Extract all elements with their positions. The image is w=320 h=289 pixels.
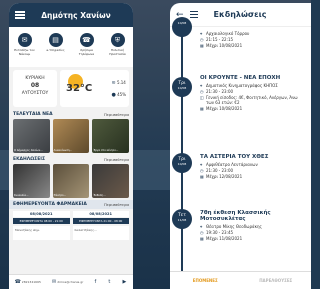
quick-actions: ✉ Εντοπίζω τον Νάκουμ ▤ e-Υπηρεσίες ☎ Χρ… — [9, 27, 133, 67]
quick-action-eservices[interactable]: ▤ e-Υπηρεσίες — [42, 33, 70, 67]
events-header: ΕΚΔΗΛΩΣΕΙΣ Περισσότερα — [9, 155, 133, 164]
news-tiles: Ο Δήμαρχος Χανίων… Ανακοίνωση… Έργα στο … — [9, 119, 133, 153]
phone-icon: ☎ — [79, 33, 94, 47]
footer-phone[interactable]: ☎2821341665 — [15, 279, 41, 285]
temperature: 32°C — [66, 83, 93, 94]
events-more-link[interactable]: Περισσότερα — [104, 157, 129, 162]
app-header: Δημότης Χανίων — [9, 3, 133, 27]
news-tile[interactable]: Έργα στο κέντρο… — [92, 119, 130, 153]
tab-upcoming[interactable]: ΕΠΟΜΕΝΕΣ — [170, 278, 241, 283]
wind-icon: ≋ — [111, 79, 116, 86]
drop-icon: ● — [111, 91, 116, 98]
screen-title: Εκδηλώσεις — [213, 10, 267, 19]
date-widget: ΚΥΡΙΑΚΗ 08 ΑΥΓΟΥΣΤΟΥ — [13, 70, 57, 107]
event-date-bubble: Τετ 11/08 — [172, 209, 192, 229]
timeline-line — [181, 27, 183, 272]
news-header: ΤΕΛΕΥΤΑΙΑ ΝΕΑ Περισσότερα — [9, 110, 133, 119]
news-tile[interactable]: Ανακοίνωση… — [52, 119, 90, 153]
menu-icon[interactable] — [189, 11, 198, 19]
event-date-bubble: Τρι 10/08 — [172, 77, 192, 97]
wind-value: 5.14 — [116, 79, 126, 85]
day-number: 08 — [30, 82, 40, 90]
month: ΑΥΓΟΥΣΤΟΥ — [21, 90, 49, 96]
pharmacies-header: ΕΦΗΜΕΡΕΥΟΝΤΑ ΦΑΡΜΑΚΕΙΑ Περισσότερα — [9, 200, 133, 209]
news-more-link[interactable]: Περισσότερα — [104, 112, 129, 117]
events-screen: ← Εκδηλώσεις 10/08 ⌖ Αρχαιολογικό Τόρρου … — [170, 3, 311, 289]
event-title: ΟΙ ΚΡΟΥΝΤΕ - ΝΕΑ ΕΠΟΧΗ — [200, 75, 281, 81]
twitter-icon[interactable]: t — [108, 279, 110, 285]
pharmacies-title: ΕΦΗΜΕΡΕΥΟΝΤΑ ΦΑΡΜΑΚΕΙΑ — [13, 202, 87, 207]
home-footer: ☎2821341665 ✉dimos@chania.gr f t ▶ — [9, 274, 133, 289]
chat-icon: ✉ — [17, 33, 32, 47]
youtube-icon[interactable]: ▶ — [123, 279, 127, 285]
shield-icon: ⛨ — [110, 33, 125, 47]
event-date-bubble: Τρι 10/08 — [172, 153, 192, 173]
news-title: ΤΕΛΕΥΤΑΙΑ ΝΕΑ — [13, 112, 53, 117]
weather-widget: 32°C ≋ 5.14 ● 45% — [60, 70, 129, 107]
events-title: ΕΚΔΗΛΩΣΕΙΣ — [13, 157, 46, 162]
event-date-bubble: 10/08 — [172, 17, 192, 37]
quick-action-civil-protection[interactable]: ⛨ Πολιτική Προστασία — [104, 33, 132, 67]
pharmacies-more-link[interactable]: Περισσότερα — [104, 202, 129, 207]
events-tabs: ΕΠΟΜΕΝΕΣ ΠΑΡΕΛΘΟΥΣΕΣ — [170, 271, 311, 289]
event-tile[interactable]: Θέατρο… — [52, 164, 90, 198]
documents-icon: ▤ — [48, 33, 63, 47]
pharmacy-card[interactable]: 08/08/2021 ΕΦΗΜΕΡΕΥΟΝΤΑ 08:00 - 21:00 Μα… — [13, 211, 70, 240]
news-tile[interactable]: Ο Δήμαρχος Χανίων… — [13, 119, 50, 153]
menu-icon[interactable] — [15, 11, 25, 19]
humidity-value: 45% — [117, 91, 126, 97]
event-tile[interactable]: Συναυλία… — [13, 164, 50, 198]
event-title: 7θη έκθεση Κλασσικής Μοτοσυκλέτας — [200, 210, 271, 222]
footer-email[interactable]: ✉dimos@chania.gr — [52, 279, 83, 285]
date-weather-panel: ΚΥΡΙΑΚΗ 08 ΑΥΓΟΥΣΤΟΥ 32°C ≋ 5.14 ● 45% — [13, 70, 129, 107]
event-title: ΤΑ ΑΣΤΕΡΙΑ ΤΟΥ ΧΘΕΣ — [200, 154, 269, 160]
pharmacy-card[interactable]: 08/08/2021 ΕΦΗΜΕΡΕΥΟΝΤΑ 21:00 - 08:00 Κα… — [72, 211, 129, 240]
app-title: Δημότης Χανίων — [41, 10, 111, 20]
events-tiles: Συναυλία… Θέατρο… Έκθεση… — [9, 164, 133, 198]
phone-icon: ☎ — [14, 279, 21, 285]
facebook-icon[interactable]: f — [95, 279, 97, 285]
mail-icon: ✉ — [52, 279, 57, 285]
quick-action-report[interactable]: ✉ Εντοπίζω τον Νάκουμ — [11, 33, 39, 67]
event-tile[interactable]: Έκθεση… — [92, 164, 130, 198]
quick-action-phones[interactable]: ☎ Χρήσιμα Τηλέφωνα — [73, 33, 101, 67]
tab-past[interactable]: ΠΑΡΕΛΘΟΥΣΕΣ — [241, 278, 312, 283]
pharmacies-list: 08/08/2021 ΕΦΗΜΕΡΕΥΟΝΤΑ 08:00 - 21:00 Μα… — [9, 209, 133, 242]
home-screen: Δημότης Χανίων ✉ Εντοπίζω τον Νάκουμ ▤ e… — [9, 3, 133, 289]
